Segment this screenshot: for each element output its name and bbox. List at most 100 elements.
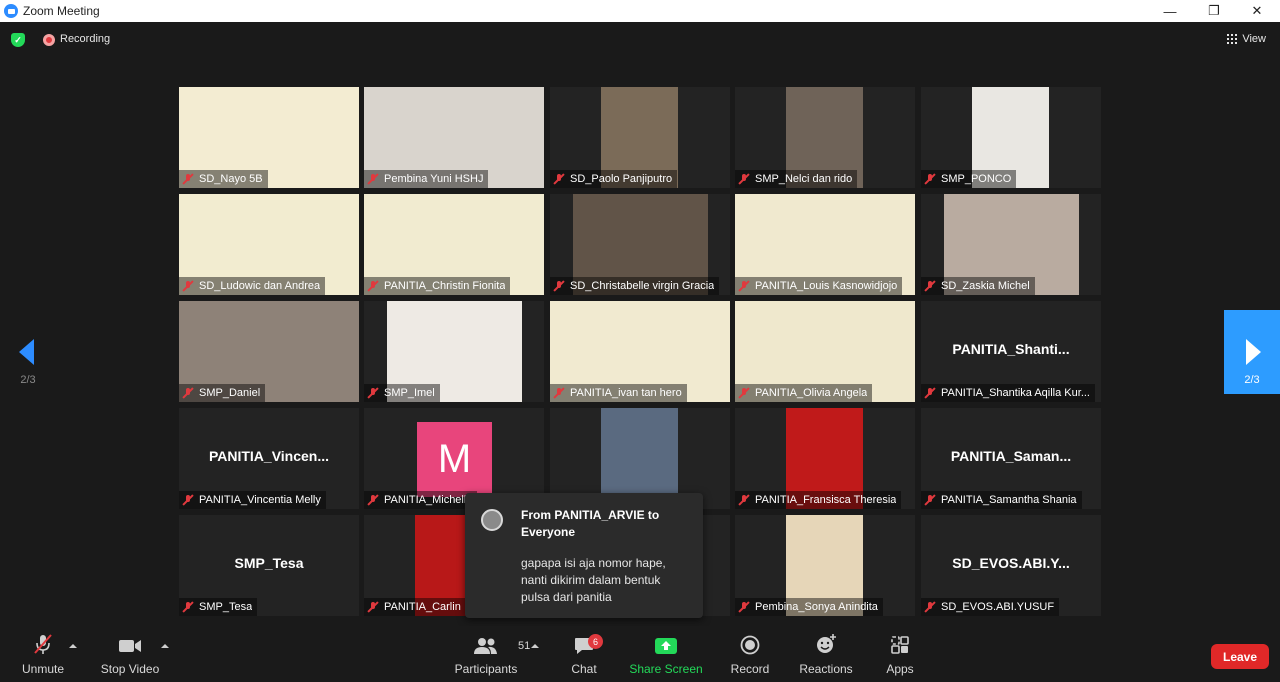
mic-muted-icon [553, 387, 565, 399]
participant-name: SMP_PONCO [941, 173, 1012, 185]
unmute-button[interactable]: Unmute [18, 626, 68, 682]
participant-tile[interactable]: PANITIA_Christin Fionita [364, 194, 544, 295]
participant-name: Pembina Yuni HSHJ [384, 173, 484, 185]
shield-icon[interactable]: ✓ [11, 33, 25, 47]
mic-muted-icon [738, 173, 750, 185]
participant-tile[interactable]: PANITIA_Olivia Angela [735, 301, 915, 402]
recording-icon [43, 34, 55, 46]
stop-video-label: Stop Video [100, 662, 160, 676]
mic-muted-icon [924, 494, 936, 506]
participant-name-plate: SD_EVOS.ABI.YUSUF [921, 598, 1060, 616]
participant-name-plate: PANITIA_Olivia Angela [735, 384, 873, 402]
mic-muted-icon [553, 173, 565, 185]
participant-name: PANITIA_Christin Fionita [384, 280, 506, 292]
participant-tile[interactable]: PANITIA_Fransisca Theresia [735, 408, 915, 509]
participant-tile[interactable]: PANITIA_Shanti... PANITIA_Shantika Aqilla… [921, 301, 1101, 402]
participant-tile[interactable]: SD_Zaskia Michel [921, 194, 1101, 295]
mic-muted-icon [367, 601, 379, 613]
participant-name-plate: PANITIA_Vincentia Melly [179, 491, 326, 509]
participant-name: PANITIA_Carlin [384, 601, 461, 613]
participant-tile[interactable]: SMP_Imel [364, 301, 544, 402]
participant-name-plate: SMP_Imel [364, 384, 440, 402]
stop-video-button[interactable]: Stop Video [100, 626, 160, 682]
chat-notification[interactable]: From PANITIA_ARVIE to Everyone gapapa is… [465, 493, 703, 618]
participant-name-plate: Pembina Yuni HSHJ [364, 170, 489, 188]
restore-button[interactable]: ❐ [1191, 0, 1237, 22]
mic-muted-icon [32, 626, 54, 658]
participant-tile[interactable]: SMP_Tesa SMP_Tesa [179, 515, 359, 616]
participant-name: SD_Nayo 5B [199, 173, 263, 185]
unmute-label: Unmute [21, 662, 65, 676]
mic-muted-icon [738, 601, 750, 613]
mic-muted-icon [924, 601, 936, 613]
mic-muted-icon [182, 601, 194, 613]
participant-name: SD_Zaskia Michel [941, 280, 1030, 292]
participant-name-plate: SMP_Daniel [179, 384, 266, 402]
participant-name-plate: PANITIA_Carlin [364, 598, 466, 616]
arrow-left-icon [19, 339, 34, 365]
reactions-button[interactable]: Reactions [799, 626, 853, 682]
chat-button[interactable]: 6 Chat [568, 626, 603, 682]
page-indicator-right: 2/3 [1244, 374, 1260, 386]
zoom-logo-icon [4, 4, 18, 18]
participant-name: PANITIA_ivan tan hero [570, 387, 682, 399]
participant-tile[interactable]: Pembina_Sonya Anindita [735, 515, 915, 616]
participant-tile[interactable]: SMP_Nelci dan rido [735, 87, 915, 188]
window-titlebar: Zoom Meeting [0, 0, 1280, 22]
participant-name-plate: SMP_Tesa [179, 598, 258, 616]
participant-name: SMP_Imel [384, 387, 435, 399]
participant-name-plate: SD_Paolo Panjiputro [550, 170, 678, 188]
participants-button[interactable]: 51 Participants [455, 626, 530, 682]
chat-bubble-icon: 6 [574, 626, 603, 658]
participant-name-plate: PANITIA_Shantika Aqilla Kur... [921, 384, 1095, 402]
mic-muted-icon [367, 173, 379, 185]
participant-name-plate: PANITIA_Christin Fionita [364, 277, 511, 295]
participant-display-name: PANITIA_Vincen... [208, 448, 330, 464]
window-title: Zoom Meeting [23, 4, 100, 18]
view-button[interactable]: View [1227, 33, 1266, 45]
participant-avatar: M [417, 422, 492, 497]
participant-display-name: SMP_Tesa [234, 555, 304, 571]
share-screen-icon [654, 626, 678, 658]
participant-name: SD_Christabelle virgin Gracia [570, 280, 715, 292]
participants-icon: 51 [474, 626, 530, 658]
mic-muted-icon [182, 280, 194, 292]
participants-caret[interactable] [531, 644, 539, 648]
participant-name-plate: PANITIA_Fransisca Theresia [735, 491, 902, 509]
participant-tile[interactable]: SD_Nayo 5B [179, 87, 359, 188]
participant-name-plate: SD_Ludowic dan Andrea [179, 277, 326, 295]
participant-tile[interactable]: SD_Ludowic dan Andrea [179, 194, 359, 295]
participant-tile[interactable]: SMP_Daniel [179, 301, 359, 402]
participant-tile[interactable]: PANITIA_Vincen... PANITIA_Vincentia Melly [179, 408, 359, 509]
chat-label: Chat [571, 662, 597, 676]
minimize-button[interactable]: — [1147, 0, 1193, 22]
next-page-button[interactable]: 2/3 [1224, 310, 1280, 394]
participant-tile[interactable]: PANITIA_Louis Kasnowidjojo [735, 194, 915, 295]
apps-button[interactable]: Apps [884, 626, 916, 682]
participant-name-plate: SMP_PONCO [921, 170, 1017, 188]
audio-options-caret[interactable] [69, 644, 77, 648]
share-screen-button[interactable]: Share Screen [629, 626, 703, 682]
participant-tile[interactable]: Pembina Yuni HSHJ [364, 87, 544, 188]
participant-name-plate: PANITIA_Samantha Shania [921, 491, 1082, 509]
participant-display-name: SD_EVOS.ABI.Y... [952, 555, 1070, 571]
record-icon [740, 626, 760, 658]
participant-tile[interactable]: PANITIA_Saman... PANITIA_Samantha Shania [921, 408, 1101, 509]
participant-tile[interactable]: SMP_PONCO [921, 87, 1101, 188]
participant-tile[interactable]: SD_EVOS.ABI.Y... SD_EVOS.ABI.YUSUF [921, 515, 1101, 616]
smiley-icon [815, 626, 837, 658]
video-options-caret[interactable] [161, 644, 169, 648]
participant-name: Pembina_Sonya Anindita [755, 601, 878, 613]
participant-tile[interactable]: SD_Christabelle virgin Gracia [550, 194, 730, 295]
close-button[interactable]: ✕ [1234, 0, 1280, 22]
recording-label[interactable]: Recording [60, 33, 110, 45]
participant-tile[interactable]: PANITIA_ivan tan hero [550, 301, 730, 402]
participant-name-plate: Pembina_Sonya Anindita [735, 598, 883, 616]
participant-tile[interactable]: SD_Paolo Panjiputro [550, 87, 730, 188]
meeting-toolbar: Unmute Stop Video 51 Participants 6 Chat… [0, 626, 1280, 682]
record-label: Record [730, 662, 770, 676]
leave-button[interactable]: Leave [1211, 644, 1269, 669]
record-button[interactable]: Record [730, 626, 770, 682]
participant-name-plate: PANITIA_ivan tan hero [550, 384, 687, 402]
mic-muted-icon [738, 387, 750, 399]
